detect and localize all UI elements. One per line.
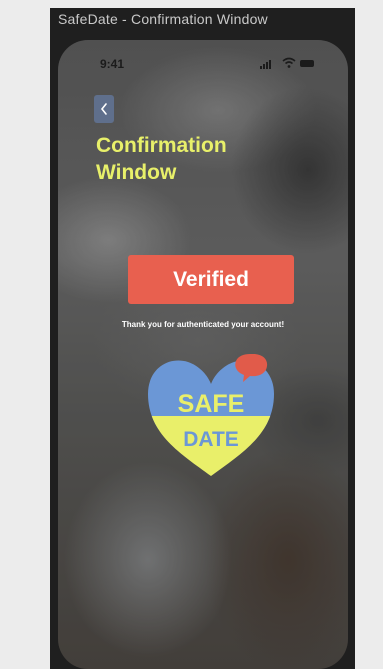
status-bar: 9:41 (58, 40, 348, 84)
window-title: SafeDate - Confirmation Window (58, 11, 268, 27)
battery-icon (300, 60, 314, 67)
phone-screen: 9:41 Confirmation Window Verified Thank … (58, 40, 348, 669)
back-button[interactable] (94, 95, 114, 123)
logo-text-safe: SAFE (178, 390, 245, 418)
status-icons (260, 57, 320, 69)
status-time: 9:41 (100, 57, 125, 71)
wifi-icon (282, 57, 296, 68)
logo-text-date: DATE (183, 428, 239, 451)
confirmation-message: Thank you for authenticated your account… (121, 320, 285, 329)
safedate-logo: SAFE DATE (148, 354, 274, 476)
verified-button[interactable]: Verified (128, 255, 294, 304)
app-window: SafeDate - Confirmation Window 9:41 Conf… (50, 8, 355, 669)
page-title: Confirmation Window (96, 134, 227, 184)
chevron-left-icon (100, 103, 107, 115)
